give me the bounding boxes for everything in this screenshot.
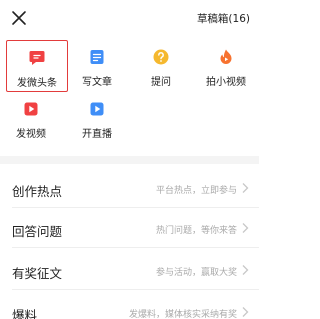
menu-item-hint: 平台热点，立即参与 xyxy=(155,186,237,196)
menu-item-title: 创作热点 xyxy=(12,184,63,199)
action-label: 开直播 xyxy=(82,129,112,140)
live-icon xyxy=(90,102,104,116)
action-ask-question[interactable]: 提问 xyxy=(130,40,192,92)
action-label: 发微头条 xyxy=(17,78,57,89)
menu-item-hint: 发爆料，媒体核实采纳有奖 xyxy=(128,310,237,319)
section-divider xyxy=(0,156,259,164)
menu-item-hint: 参与活动，赢取大奖 xyxy=(155,268,237,278)
row-separator xyxy=(12,289,259,290)
action-label: 提问 xyxy=(151,77,171,88)
menu-item-tip-off[interactable]: 爆料 发爆料，媒体核实采纳有奖 xyxy=(0,292,259,319)
menu-item-creation-hotspots[interactable]: 创作热点 平台热点，立即参与 xyxy=(0,168,259,208)
video-play-icon xyxy=(24,102,38,116)
row-separator xyxy=(12,247,259,248)
menu-item-answer-questions[interactable]: 回答问题 热门问题，等你来答 xyxy=(0,208,259,248)
close-icon[interactable] xyxy=(10,9,28,27)
flame-play-icon xyxy=(220,49,232,64)
menu-item-hint: 热门问题，等你来答 xyxy=(155,226,237,236)
action-label: 发视频 xyxy=(16,129,46,140)
action-post-micro-headline[interactable]: 发微头条 xyxy=(6,40,68,92)
action-start-live[interactable]: 开直播 xyxy=(66,92,128,144)
action-write-article[interactable]: 写文章 xyxy=(66,40,128,92)
action-shoot-short-video[interactable]: 拍小视频 xyxy=(195,40,257,92)
chevron-right-icon xyxy=(242,183,249,193)
drafts-button[interactable]: 草稿箱(16) xyxy=(197,11,250,26)
menu-item-title: 回答问题 xyxy=(12,224,63,239)
action-label: 拍小视频 xyxy=(206,77,246,88)
chevron-right-icon xyxy=(242,307,249,317)
document-icon xyxy=(90,50,104,64)
chevron-right-icon xyxy=(242,265,249,275)
menu-item-title: 有奖征文 xyxy=(12,266,63,281)
menu-item-title: 爆料 xyxy=(12,308,38,319)
chat-bubble-icon xyxy=(29,51,45,65)
menu-item-essay-contest[interactable]: 有奖征文 参与活动，赢取大奖 xyxy=(0,250,259,290)
top-bar: 草稿箱(16) xyxy=(0,0,259,38)
question-icon xyxy=(153,49,169,65)
action-post-video[interactable]: 发视频 xyxy=(0,92,62,144)
action-label: 写文章 xyxy=(82,77,112,88)
chevron-right-icon xyxy=(242,223,249,233)
